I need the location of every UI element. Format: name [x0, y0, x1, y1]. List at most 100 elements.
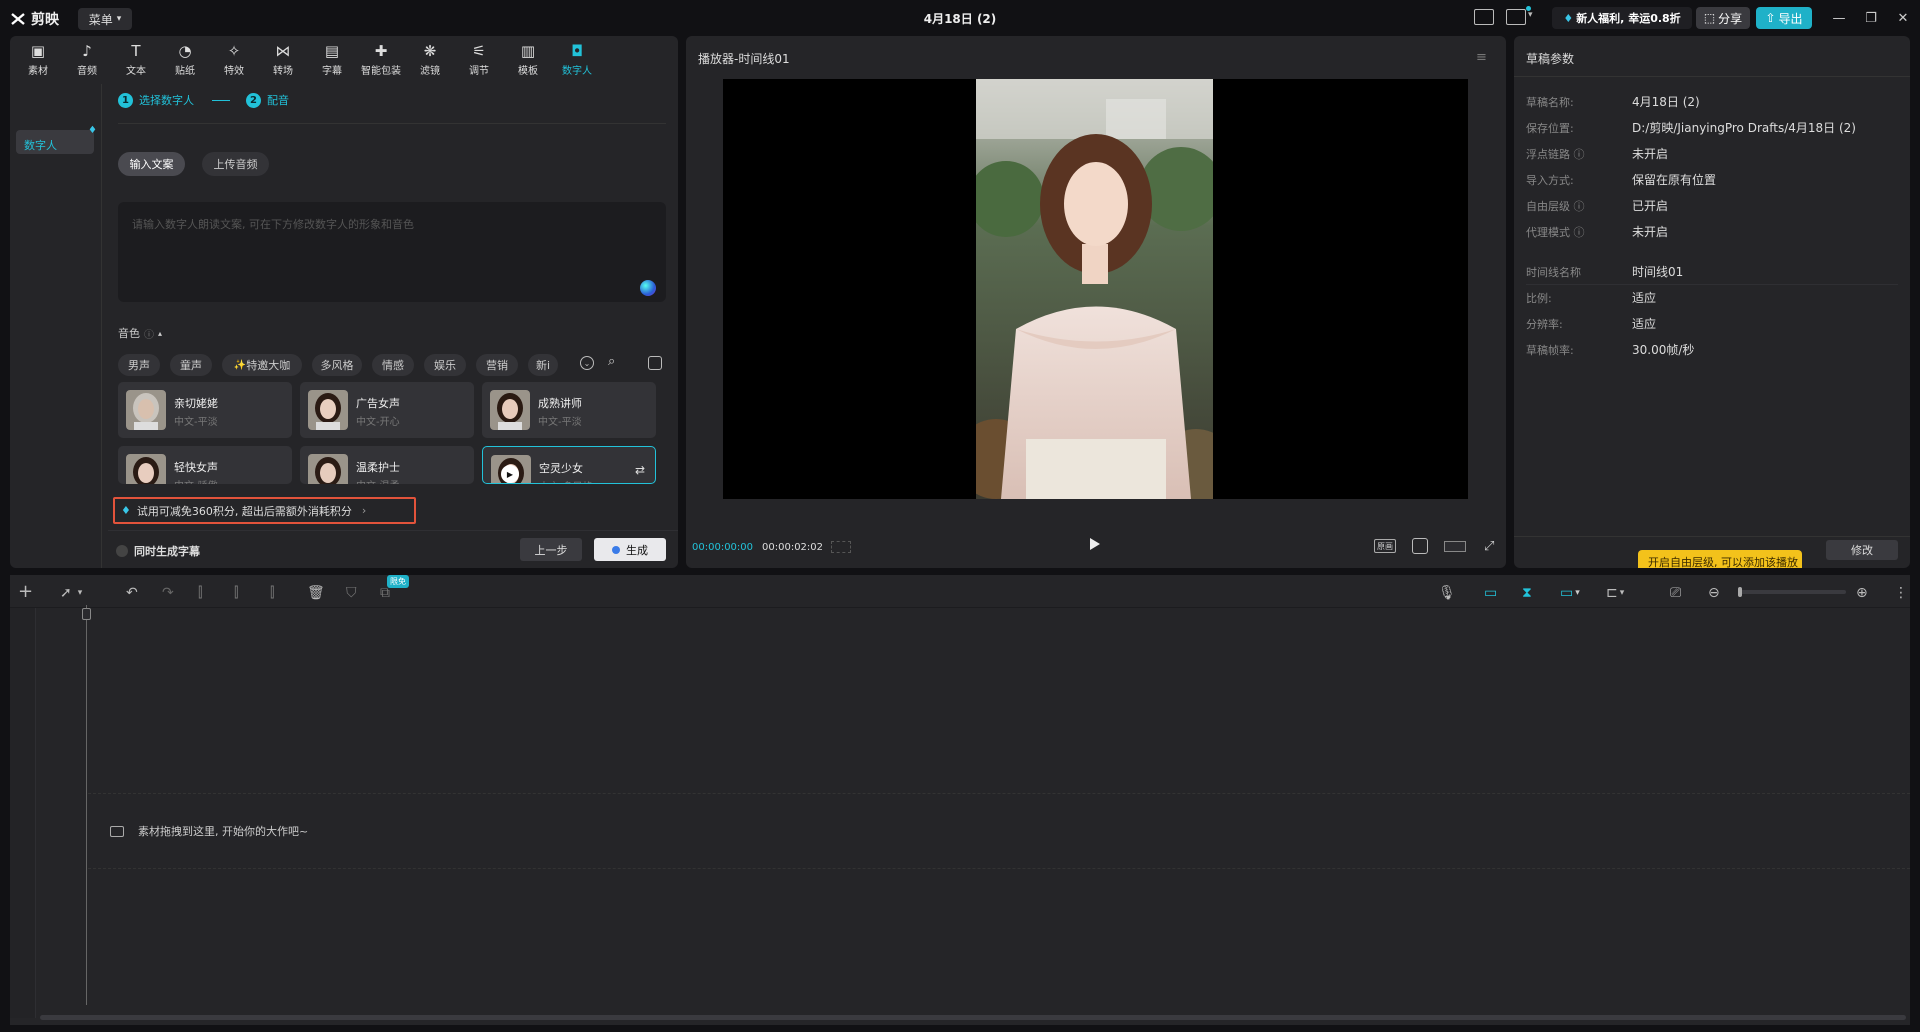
prev-step-button[interactable]: 上一步	[520, 538, 582, 561]
draft-params-panel: 草稿参数 草稿名称: 4月18日 (2) 保存位置: D:/剪映/JianyingPr…	[1514, 36, 1910, 568]
voice-filter-chip[interactable]: ✨ 特邀大咖	[222, 354, 302, 376]
tab-transition[interactable]: ⋈ 转场	[259, 42, 307, 78]
playhead-handle[interactable]	[82, 608, 91, 620]
tab-media[interactable]: ▣ 素材	[14, 42, 62, 78]
button-label: 修改	[1851, 544, 1873, 557]
menu-button[interactable]: 菜单 ▾	[78, 8, 132, 30]
voice-filter-chip[interactable]: 娱乐	[424, 354, 466, 376]
voice-filter-chip[interactable]: 营销	[476, 354, 518, 376]
quality-button[interactable]: 原画	[1374, 539, 1396, 553]
timeline-grid-icon[interactable]	[831, 541, 851, 553]
settings-icon[interactable]: ⇄	[635, 463, 645, 477]
video-canvas[interactable]	[723, 79, 1468, 499]
voice-card[interactable]: 广告女声 中文-开心	[300, 382, 474, 438]
zoom-slider-thumb[interactable]	[1738, 587, 1742, 597]
tab-effects[interactable]: ✧ 特效	[210, 42, 258, 78]
screenshot-icon[interactable]: ⎚	[1670, 585, 1681, 601]
subtitle-shortcut-icon[interactable]	[1474, 9, 1494, 25]
promo-button[interactable]: ♦ 新人福利, 幸运0.8折	[1552, 7, 1692, 29]
generate-button[interactable]: 生成	[594, 538, 666, 561]
voice-card[interactable]: 成熟讲师 中文-平淡	[482, 382, 656, 438]
step-select-digital-human[interactable]: 1 选择数字人	[118, 92, 194, 108]
ai-write-icon[interactable]	[640, 280, 656, 296]
layout-icon[interactable]	[1506, 9, 1526, 25]
tab-digital-human[interactable]: ◘ 数字人	[553, 42, 601, 78]
voice-card[interactable]: 轻快女声中文-骄傲	[118, 446, 292, 484]
project-title: 4月18日 (2)	[923, 12, 997, 26]
select-tool-icon[interactable]: ➚ ▾	[60, 585, 82, 601]
maximize-button[interactable]: ❐	[1860, 8, 1882, 28]
tab-label: 数字人	[562, 66, 592, 77]
tab-label: 转场	[273, 66, 293, 77]
auto-snap-icon[interactable]: ⧗	[1522, 585, 1532, 601]
capture-icon[interactable]	[1412, 538, 1428, 554]
edit-button[interactable]: 修改	[1826, 540, 1898, 560]
credits-notice[interactable]: ♦ 试用可减免360积分, 超出后需额外消耗积分 ›	[113, 497, 416, 524]
tab-sticker[interactable]: ◔ 贴纸	[161, 42, 209, 78]
subtitle-checkbox[interactable]: 同时生成字幕	[116, 543, 200, 559]
linkage-icon[interactable]: ▭ ▾	[1560, 585, 1580, 601]
zoom-slider[interactable]	[1738, 587, 1846, 597]
sidebar-item-digital-human[interactable]: 数字人	[16, 130, 94, 154]
microphone-icon[interactable]: 🎙	[1438, 585, 1456, 601]
tab-text[interactable]: T 文本	[112, 42, 160, 78]
enable-layer-banner[interactable]: 开启自由层级, 可以添加该播放	[1638, 550, 1802, 568]
checkbox-label: 同时生成字幕	[134, 545, 200, 558]
horizontal-scrollbar[interactable]	[40, 1015, 1906, 1020]
add-icon[interactable]: +	[18, 581, 33, 602]
voice-section-header[interactable]: 音色 ⓘ ▴	[118, 325, 162, 341]
main-track-drop-zone[interactable]: 素材拖拽到这里, 开始你的大作吧~	[88, 793, 1910, 869]
fullscreen-icon[interactable]: ⤢	[1484, 539, 1494, 554]
tab-subtitle[interactable]: ▤ 字幕	[308, 42, 356, 78]
tab-smart-pack[interactable]: ✚ 智能包装	[357, 42, 405, 78]
zoom-out-icon[interactable]: ⊖	[1708, 585, 1720, 601]
export-button[interactable]: ⇧ 导出	[1756, 7, 1812, 29]
voice-card[interactable]: 亲切姥姥 中文-平淡	[118, 382, 292, 438]
layout-dropdown-icon[interactable]: ▾	[1528, 10, 1533, 20]
mark-icon[interactable]: ⛉	[346, 585, 357, 601]
voice-library-icon[interactable]	[648, 356, 662, 370]
aspect-ratio-icon[interactable]	[1444, 541, 1466, 552]
play-icon[interactable]	[1090, 538, 1100, 550]
more-icon[interactable]: ⋮	[1894, 585, 1908, 601]
voice-filter-chip[interactable]: 男声	[118, 354, 160, 376]
chevron-right-icon: ›	[361, 504, 367, 517]
param-value: 保留在原有位置	[1632, 173, 1717, 187]
tab-filter[interactable]: ❋ 滤镜	[406, 42, 454, 78]
voice-card[interactable]: 温柔护士中文-温柔	[300, 446, 474, 484]
tab-input-text[interactable]: 输入文案	[118, 152, 185, 176]
minimize-button[interactable]: —	[1828, 8, 1850, 28]
main-track-magnet-icon[interactable]: ▭	[1484, 585, 1497, 601]
player-menu-icon[interactable]: ≡	[1476, 50, 1487, 65]
voice-avatar	[490, 390, 530, 430]
redo-icon[interactable]: ↷	[162, 585, 174, 601]
split-right-icon[interactable]: ⫿	[270, 585, 274, 601]
voice-filter-chip[interactable]: 童声	[170, 354, 212, 376]
tab-audio[interactable]: ♪ 音频	[63, 42, 111, 78]
play-preview-icon[interactable]: ▶	[501, 465, 519, 483]
filter-more-icon[interactable]: ⌄	[580, 356, 594, 370]
undo-icon[interactable]: ↶	[126, 585, 138, 601]
transition-icon: ⋈	[275, 42, 291, 60]
tab-adjust[interactable]: ⚟ 调节	[455, 42, 503, 78]
voice-filter-chip[interactable]: 多风格	[312, 354, 362, 376]
share-button[interactable]: ⬚ 分享	[1696, 7, 1750, 29]
delete-icon[interactable]: 🗑	[307, 585, 325, 601]
divider	[118, 123, 666, 124]
playhead[interactable]	[86, 605, 87, 1005]
voice-card[interactable]: ▶ ⇄ 空灵少女中文-多风格	[482, 446, 656, 484]
step-dubbing[interactable]: 2 配音	[246, 92, 289, 108]
draft-header-divider	[1514, 76, 1910, 77]
close-button[interactable]: ✕	[1892, 8, 1914, 28]
tab-upload-audio[interactable]: 上传音频	[202, 152, 269, 176]
voice-filter-chip[interactable]: 新i	[528, 354, 558, 376]
step-number: 2	[246, 92, 261, 108]
script-textarea[interactable]: 请输入数字人朗读文案, 可在下方修改数字人的形象和音色	[118, 202, 666, 302]
split-left-icon[interactable]: ⫿	[234, 585, 238, 601]
preview-axis-icon[interactable]: ⊏ ▾	[1606, 585, 1624, 601]
search-icon[interactable]: ⌕	[608, 354, 615, 369]
split-icon[interactable]: ⫿	[198, 585, 202, 601]
tab-template[interactable]: ▥ 模板	[504, 42, 552, 78]
voice-filter-chip[interactable]: 情感	[372, 354, 414, 376]
zoom-in-icon[interactable]: ⊕	[1856, 585, 1868, 601]
